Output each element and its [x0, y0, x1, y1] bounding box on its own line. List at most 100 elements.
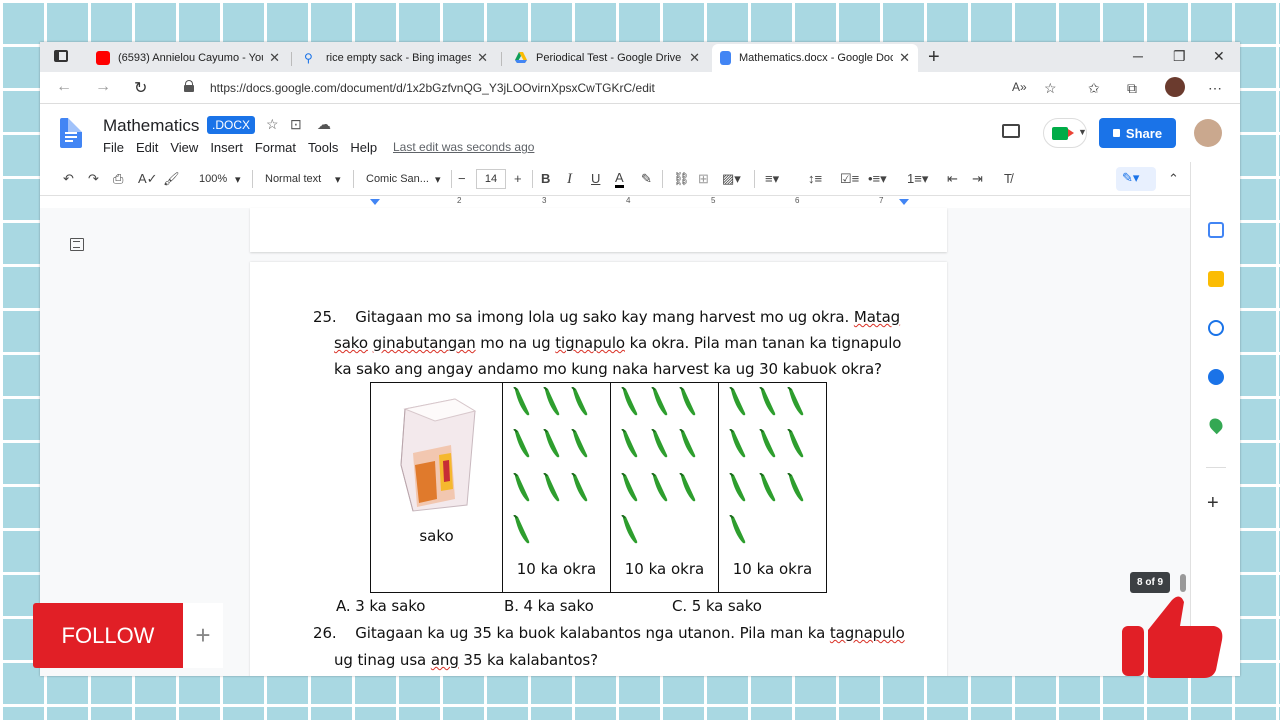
maximize-button[interactable]: ❐ [1173, 48, 1186, 65]
text-color-button[interactable]: A [615, 171, 624, 188]
spelling-flagged-word[interactable]: sako [334, 334, 368, 352]
document-title[interactable]: Mathematics [103, 116, 199, 136]
spelling-flagged-word[interactable]: tagnapulo [830, 624, 905, 642]
add-addon-plus-icon[interactable]: + [1207, 492, 1219, 515]
meet-camera-icon [1052, 127, 1074, 140]
insert-image-icon[interactable]: ▨▾ [722, 171, 741, 187]
maps-icon[interactable] [1206, 415, 1226, 435]
menu-view[interactable]: View [170, 140, 198, 155]
menu-insert[interactable]: Insert [210, 140, 243, 155]
underline-button[interactable]: U [591, 171, 600, 186]
move-folder-icon[interactable]: ⊡ [290, 116, 302, 133]
tasks-icon[interactable] [1208, 320, 1224, 336]
spellcheck-icon[interactable]: A✓ [138, 171, 158, 187]
spelling-flagged-word[interactable]: ang [431, 651, 459, 669]
question-text: ka okra. Pila man tanan ka tignapulo [624, 334, 902, 352]
paint-format-icon[interactable]: 🖌 [163, 171, 180, 187]
close-icon[interactable]: ✕ [899, 50, 910, 66]
checklist-icon[interactable]: ☑≡ [840, 171, 859, 187]
back-button[interactable]: ← [56, 78, 72, 96]
tab-mathematics-docs[interactable]: Mathematics.docx - Google Docs ✕ [712, 44, 918, 72]
highlight-icon[interactable]: ✎ [641, 171, 652, 187]
clear-formatting-icon[interactable]: T̸ [1004, 171, 1012, 186]
contacts-icon[interactable] [1208, 369, 1224, 385]
meet-button[interactable]: ▼ [1043, 118, 1087, 148]
last-edit-link[interactable]: Last edit was seconds ago [393, 140, 534, 154]
decrease-font-size-button[interactable]: − [458, 171, 466, 186]
tab-youtube[interactable]: (6593) Annielou Cayumo - YouTube ✕ [88, 44, 288, 72]
google-docs-logo-icon[interactable] [60, 118, 82, 148]
font-size-input[interactable]: 14 [476, 169, 506, 189]
print-icon[interactable]: ⎙ [113, 171, 123, 187]
question-25-line-3: ka sako ang angay andamo mo kung naka ha… [334, 360, 882, 378]
add-comment-icon[interactable]: ⊞ [698, 171, 709, 187]
spelling-flagged-word[interactable]: tignapulo [555, 334, 625, 352]
keep-icon[interactable] [1208, 271, 1224, 287]
bold-button[interactable]: B [541, 171, 550, 186]
favorite-star-icon[interactable]: ☆ [1044, 80, 1057, 97]
close-icon[interactable]: ✕ [689, 50, 700, 66]
paragraph-style-select[interactable]: Normal text [265, 173, 321, 185]
increase-indent-icon[interactable]: ⇥ [972, 171, 983, 187]
font-select[interactable]: Comic San... [366, 173, 429, 185]
increase-font-size-button[interactable]: + [514, 171, 522, 186]
follow-button[interactable]: FOLLOW [33, 603, 183, 668]
forward-button[interactable]: → [95, 78, 111, 96]
tab-label: (6593) Annielou Cayumo - YouTube [118, 52, 263, 64]
numbered-list-icon[interactable]: 1≡▾ [907, 171, 928, 187]
close-icon[interactable]: ✕ [477, 50, 488, 66]
menu-help[interactable]: Help [350, 140, 377, 155]
menu-bar: File Edit View Insert Format Tools Help [103, 140, 377, 155]
settings-more-icon[interactable]: ⋯ [1208, 80, 1222, 97]
share-button[interactable]: Share [1099, 118, 1176, 148]
italic-button[interactable]: I [567, 171, 572, 188]
calendar-icon[interactable] [1208, 222, 1224, 238]
new-tab-button[interactable]: + [928, 46, 940, 69]
menu-tools[interactable]: Tools [308, 140, 338, 155]
decrease-indent-icon[interactable]: ⇤ [947, 171, 958, 187]
link-icon[interactable]: ⛓ [673, 171, 690, 187]
redo-icon[interactable]: ↷ [88, 171, 99, 187]
answer-choices: A. 3 ka sako B. 4 ka sako C. 5 ka sako [336, 597, 936, 619]
menu-format[interactable]: Format [255, 140, 296, 155]
document-page[interactable]: 25. Gitagaan mo sa imong lola ug sako ka… [250, 262, 947, 676]
read-aloud-icon[interactable]: A» [1012, 80, 1027, 94]
close-window-button[interactable]: ✕ [1213, 48, 1225, 65]
profile-avatar[interactable] [1165, 77, 1185, 97]
close-icon[interactable]: ✕ [269, 50, 280, 66]
tab-google-drive[interactable]: Periodical Test - Google Drive ✕ [506, 44, 708, 72]
browser-window: (6593) Annielou Cayumo - YouTube ✕ ⚲ ric… [40, 42, 1240, 676]
comment-history-icon[interactable] [1002, 124, 1020, 138]
window-menu-icon[interactable] [54, 50, 68, 62]
zoom-select[interactable]: 100% [199, 173, 227, 185]
menu-file[interactable]: File [103, 140, 124, 155]
url-field[interactable]: https://docs.google.com/document/d/1x2bG… [210, 81, 655, 95]
sack-cell: sako [371, 383, 503, 592]
ruler-number: 7 [879, 196, 884, 205]
favorites-icon[interactable]: ✩ [1088, 80, 1100, 97]
hide-menus-chevron-up-icon[interactable]: ⌃ [1168, 171, 1179, 187]
bulleted-list-icon[interactable]: •≡▾ [868, 171, 887, 187]
account-avatar[interactable] [1194, 119, 1222, 147]
menu-edit[interactable]: Edit [136, 140, 158, 155]
right-indent-marker[interactable] [899, 199, 909, 205]
follow-plus-button[interactable]: + [183, 603, 223, 668]
thumbs-up-icon [1122, 596, 1223, 678]
minimize-button[interactable]: ─ [1133, 48, 1143, 64]
question-25-line-2: sako ginabutangan mo na ug tignapulo ka … [334, 334, 901, 352]
spelling-flagged-word[interactable]: Matag [854, 308, 900, 326]
undo-icon[interactable]: ↶ [63, 171, 74, 187]
editing-mode-button[interactable]: ✎▾ [1116, 167, 1156, 191]
align-icon[interactable]: ≡▾ [765, 171, 779, 187]
line-spacing-icon[interactable]: ↕≡ [808, 171, 822, 186]
reload-button[interactable]: ↻ [134, 78, 147, 98]
document-outline-icon[interactable] [70, 238, 84, 251]
spelling-flagged-word[interactable]: ginabutangan [373, 334, 476, 352]
okra-icon [787, 387, 804, 416]
left-indent-marker[interactable] [370, 199, 380, 205]
tab-label: Mathematics.docx - Google Docs [739, 52, 894, 64]
ruler[interactable]: 2 3 4 5 6 7 [248, 196, 948, 208]
star-icon[interactable]: ☆ [266, 116, 279, 133]
tab-bing-images[interactable]: ⚲ rice empty sack - Bing images ✕ [296, 44, 496, 72]
collections-icon[interactable]: ⧉ [1127, 80, 1137, 97]
